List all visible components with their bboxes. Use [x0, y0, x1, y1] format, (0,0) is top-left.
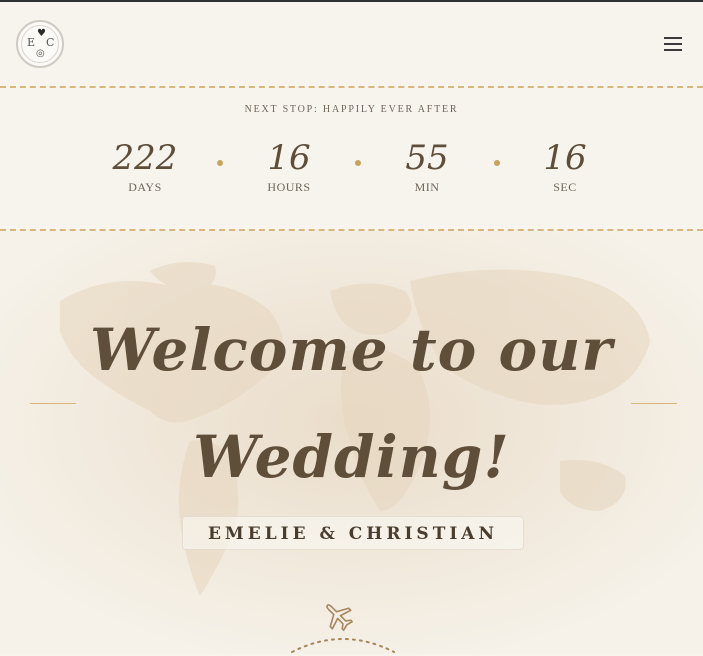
welcome-heading-line1: Welcome to our — [90, 316, 613, 384]
monogram-logo[interactable]: ♥ E C ◎ — [16, 20, 64, 68]
hamburger-icon[interactable] — [664, 37, 682, 53]
countdown-hours-value: 16 — [267, 138, 311, 178]
countdown-separator — [217, 160, 223, 166]
welcome-heading-line2: Wedding! — [193, 423, 510, 491]
couple-names: EMELIE & CHRISTIAN — [182, 516, 524, 550]
countdown-seconds: 16 SEC — [515, 138, 615, 195]
countdown-minutes: 55 MIN — [377, 138, 477, 195]
countdown-days-value: 222 — [112, 138, 178, 178]
countdown-separator — [494, 160, 500, 166]
countdown-hours-label: HOURS — [267, 180, 311, 194]
countdown-seconds-value: 16 — [543, 138, 587, 178]
countdown-days: 222 DAYS — [95, 138, 195, 195]
site-header: ♥ E C ◎ — [0, 2, 703, 86]
logo-initial-left: E — [27, 36, 36, 49]
countdown-hours: 16 HOURS — [239, 138, 339, 195]
right-decorative-line — [631, 403, 677, 404]
countdown-minutes-label: MIN — [414, 180, 440, 194]
countdown-separator — [355, 160, 361, 166]
rings-icon: ◎ — [36, 48, 45, 59]
countdown-days-label: DAYS — [128, 180, 162, 194]
countdown-minutes-value: 55 — [405, 138, 449, 178]
countdown-top-divider — [0, 86, 703, 88]
left-decorative-line — [30, 403, 76, 404]
countdown-seconds-label: SEC — [553, 180, 577, 194]
logo-initial-right: C — [46, 36, 55, 49]
airplane-icon — [326, 604, 353, 631]
countdown-title: NEXT STOP: HAPPILY EVER AFTER — [244, 104, 459, 115]
heart-icon: ♥ — [37, 28, 46, 39]
flight-path — [291, 638, 395, 653]
